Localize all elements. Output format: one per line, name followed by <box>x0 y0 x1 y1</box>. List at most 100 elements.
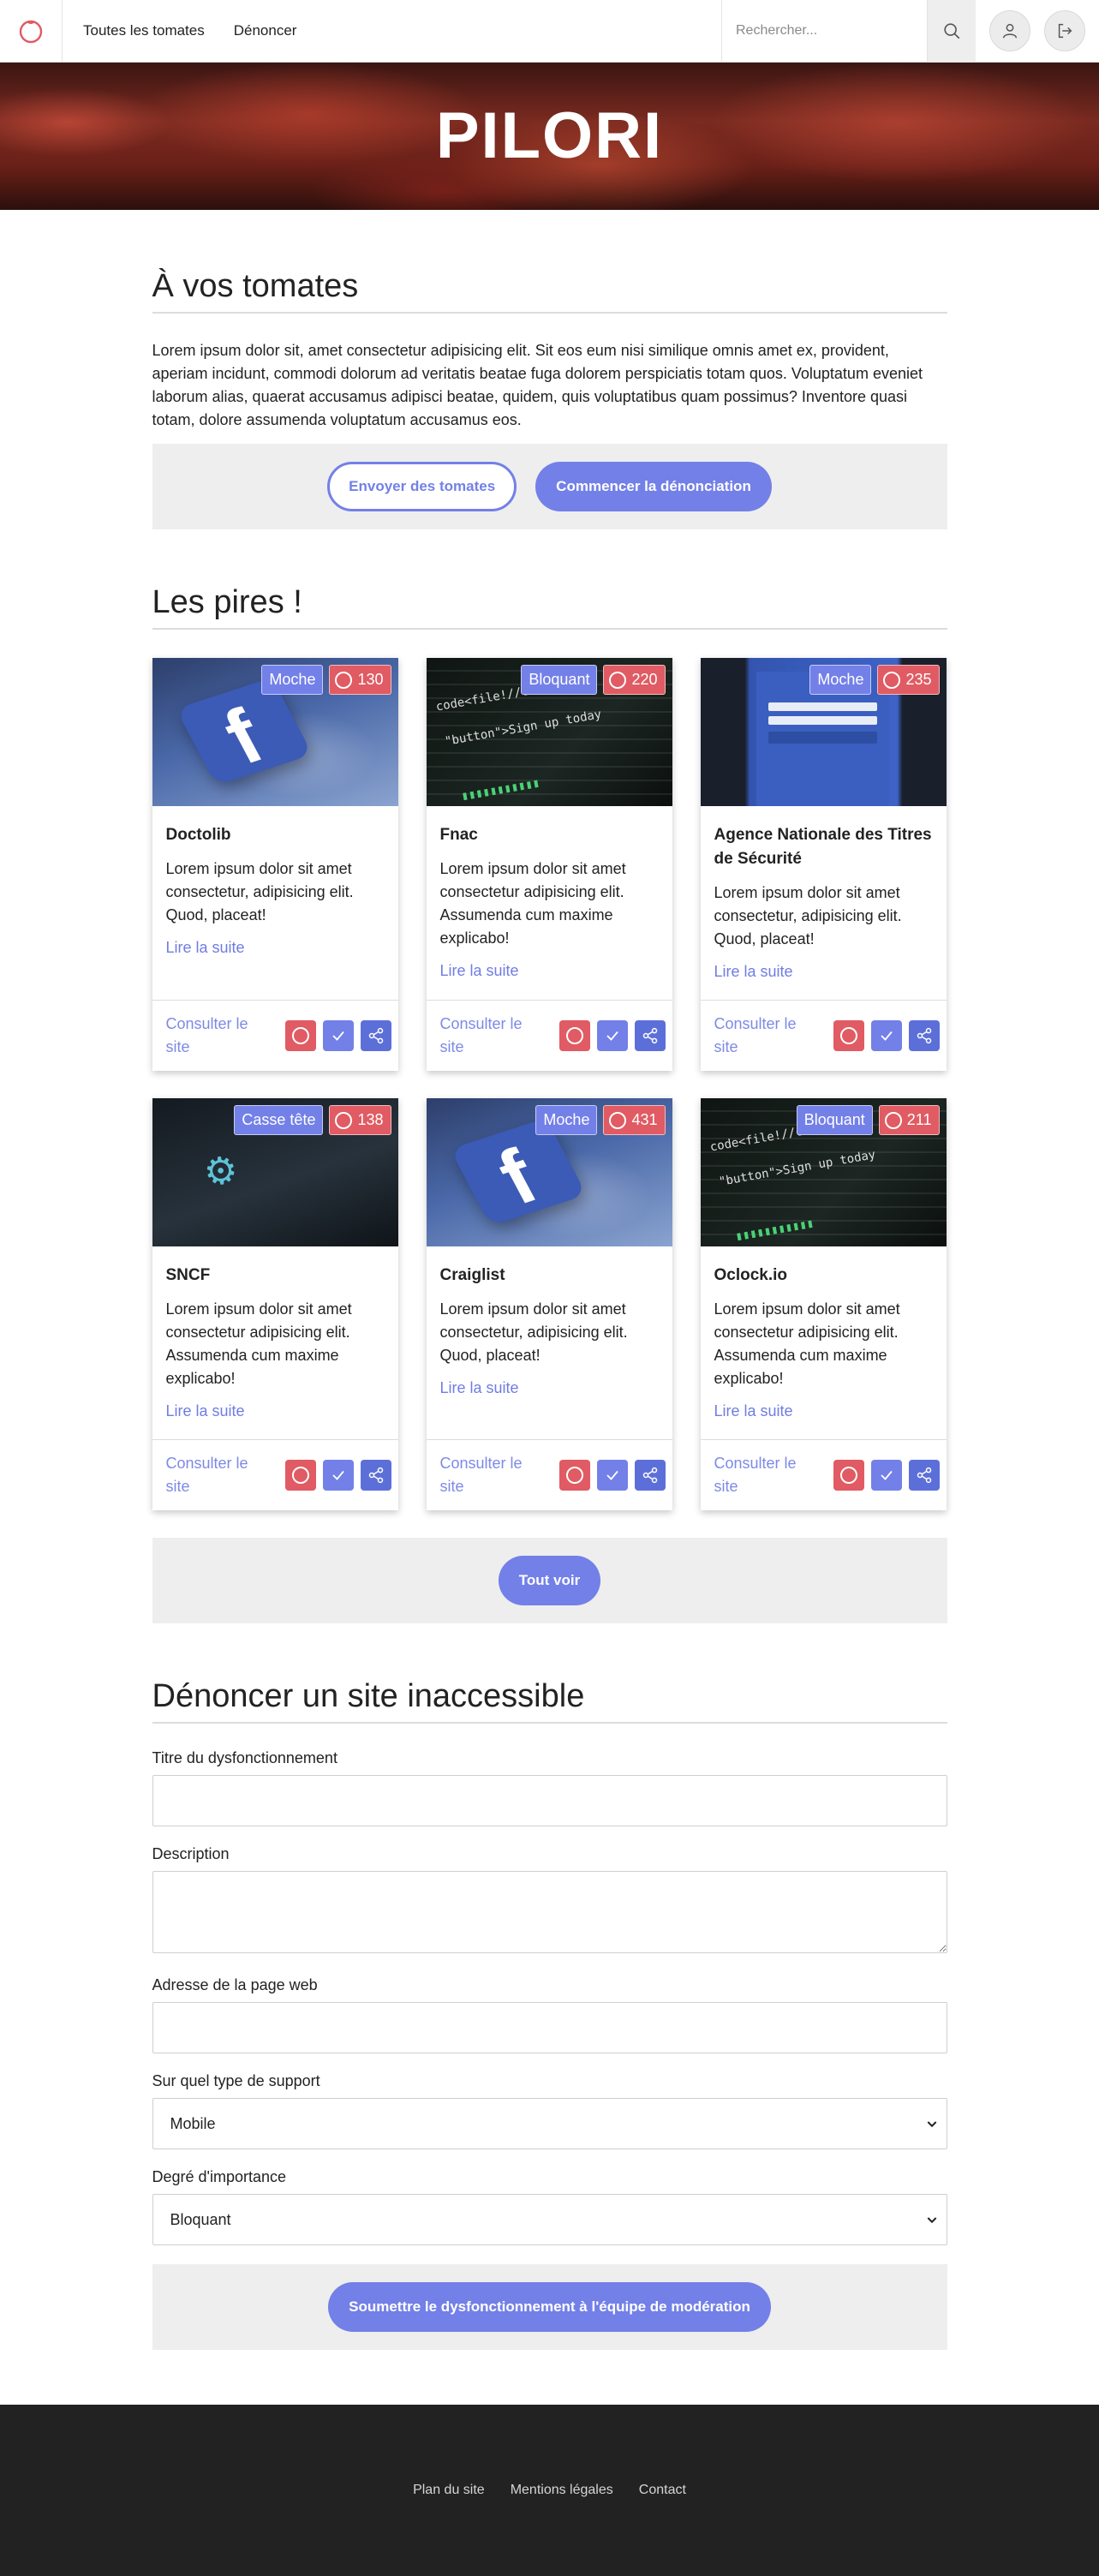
type-badge: Casse tête <box>234 1105 324 1135</box>
validate-button[interactable] <box>322 1460 354 1491</box>
throw-tomato-button[interactable] <box>558 1460 590 1491</box>
visit-site-link[interactable]: Consulter le site <box>714 1452 817 1498</box>
throw-tomato-button[interactable] <box>284 1020 316 1051</box>
site-card-body: Doctolib Lorem ipsum dolor sit amet cons… <box>152 806 398 1000</box>
tomato-logo-icon <box>19 20 43 44</box>
url-input[interactable] <box>152 2002 947 2053</box>
tomato-count-badge: 138 <box>329 1105 391 1135</box>
card-actions <box>558 1020 666 1051</box>
footer-link-contact[interactable]: Contact <box>639 2483 686 2498</box>
site-card: code<file!//c... "button">Sign up today … <box>700 1098 947 1510</box>
site-card-image: ⚙ Casse tête 138 <box>152 1098 398 1246</box>
search-box <box>721 0 927 62</box>
tomato-icon <box>335 671 353 689</box>
support-select-wrap: Mobile <box>152 2098 947 2149</box>
visit-site-link[interactable]: Consulter le site <box>440 1452 543 1498</box>
tomato-icon <box>565 1027 583 1044</box>
sites-grid: f Moche 130 Doctolib Lorem ipsum dolor s… <box>152 658 947 1510</box>
card-badges: Bloquant 211 <box>796 1105 940 1135</box>
site-card-body: Oclock.io Lorem ipsum dolor sit amet con… <box>701 1246 947 1439</box>
read-more-link[interactable]: Lire la suite <box>166 1402 245 1420</box>
code-decoration: "button">Sign up today <box>717 1148 876 1189</box>
tomato-count: 138 <box>357 1111 384 1128</box>
see-all-button[interactable]: Tout voir <box>498 1556 601 1605</box>
visit-site-link[interactable]: Consulter le site <box>440 1013 543 1059</box>
read-more-link[interactable]: Lire la suite <box>714 1402 793 1420</box>
read-more-link[interactable]: Lire la suite <box>440 962 519 980</box>
site-card: f Moche 130 Doctolib Lorem ipsum dolor s… <box>152 658 398 1071</box>
tomato-icon <box>839 1467 857 1484</box>
tomato-count: 431 <box>631 1111 658 1128</box>
validate-button[interactable] <box>322 1020 354 1051</box>
description-textarea[interactable] <box>152 1871 947 1953</box>
worst-sites-section: Les pires ! f Moche 130 Doctolib Lorem i… <box>152 584 947 1623</box>
visit-site-link[interactable]: Consulter le site <box>166 1013 269 1059</box>
type-badge: Moche <box>261 665 324 695</box>
share-button[interactable] <box>360 1460 391 1491</box>
logo[interactable] <box>0 0 63 62</box>
start-denounce-button[interactable]: Commencer la dénonciation <box>535 462 772 511</box>
title-input[interactable] <box>152 1775 947 1826</box>
form-group-support: Sur quel type de support Mobile <box>152 2072 947 2149</box>
site-card-text: Lorem ipsum dolor sit amet consectetur, … <box>165 860 354 923</box>
throw-tomato-button[interactable] <box>284 1460 316 1491</box>
site-card-body: Fnac Lorem ipsum dolor sit amet consecte… <box>427 806 672 1000</box>
check-icon <box>331 1470 344 1480</box>
site-card-body: Craiglist Lorem ipsum dolor sit amet con… <box>427 1246 672 1439</box>
settings-screen-decoration: ⚙ <box>201 1149 240 1194</box>
tomato-icon <box>609 671 627 689</box>
site-card-footer: Consulter le site <box>700 1000 947 1071</box>
site-card-image: f Moche 130 <box>152 658 398 806</box>
validate-button[interactable] <box>870 1460 902 1491</box>
throw-tomato-button[interactable] <box>558 1020 590 1051</box>
tomato-count: 211 <box>906 1111 932 1128</box>
tomato-icon <box>883 671 901 689</box>
card-badges: Moche 130 <box>261 665 391 695</box>
read-more-link[interactable]: Lire la suite <box>440 1379 519 1397</box>
tomato-icon <box>609 1111 627 1129</box>
site-card-text: Lorem ipsum dolor sit amet consectetur a… <box>714 1300 900 1387</box>
account-button[interactable] <box>989 10 1030 51</box>
share-button[interactable] <box>360 1020 391 1051</box>
support-select[interactable]: Mobile <box>152 2098 947 2149</box>
share-button[interactable] <box>908 1460 940 1491</box>
share-icon <box>642 1027 657 1044</box>
validate-button[interactable] <box>870 1020 902 1051</box>
card-actions <box>284 1460 391 1491</box>
tomato-icon <box>335 1111 353 1129</box>
read-more-link[interactable]: Lire la suite <box>714 963 793 981</box>
visit-site-link[interactable]: Consulter le site <box>166 1452 269 1498</box>
validate-button[interactable] <box>596 1020 628 1051</box>
footer-link-legal[interactable]: Mentions légales <box>511 2483 613 2498</box>
report-form: Titre du dysfonctionnement Description A… <box>152 1749 947 2350</box>
logout-button[interactable] <box>1044 10 1085 51</box>
throw-tomato-button[interactable] <box>833 1460 864 1491</box>
share-button[interactable] <box>908 1020 940 1051</box>
site-card-text: Lorem ipsum dolor sit amet consectetur a… <box>439 860 626 947</box>
site-card-title: Craiglist <box>439 1266 505 1284</box>
throw-tomato-button[interactable] <box>833 1020 864 1051</box>
share-icon <box>368 1467 383 1484</box>
validate-button[interactable] <box>596 1460 628 1491</box>
form-group-url: Adresse de la page web <box>152 1976 947 2053</box>
hero-banner: PILORI <box>0 63 1099 210</box>
card-actions <box>284 1020 391 1051</box>
nav-link-all-tomatoes[interactable]: Toutes les tomates <box>83 22 205 39</box>
read-more-link[interactable]: Lire la suite <box>166 939 245 957</box>
search-button[interactable] <box>927 0 976 62</box>
site-card-text: Lorem ipsum dolor sit amet consectetur, … <box>714 884 902 947</box>
nav-link-denounce[interactable]: Dénoncer <box>234 22 297 39</box>
footer-link-sitemap[interactable]: Plan du site <box>413 2483 485 2498</box>
visit-site-link[interactable]: Consulter le site <box>714 1013 817 1059</box>
title-label: Titre du dysfonctionnement <box>152 1749 337 1766</box>
share-button[interactable] <box>634 1460 666 1491</box>
share-button[interactable] <box>634 1020 666 1051</box>
share-icon <box>917 1467 931 1484</box>
type-badge: Bloquant <box>521 665 598 695</box>
submit-report-button[interactable]: Soumettre le dysfonctionnement à l'équip… <box>328 2282 771 2332</box>
logout-icon <box>1058 23 1072 39</box>
search-input[interactable] <box>736 23 927 39</box>
importance-select[interactable]: Bloquant <box>152 2194 947 2245</box>
send-tomatoes-button[interactable]: Envoyer des tomates <box>327 462 517 511</box>
share-icon <box>642 1467 657 1484</box>
